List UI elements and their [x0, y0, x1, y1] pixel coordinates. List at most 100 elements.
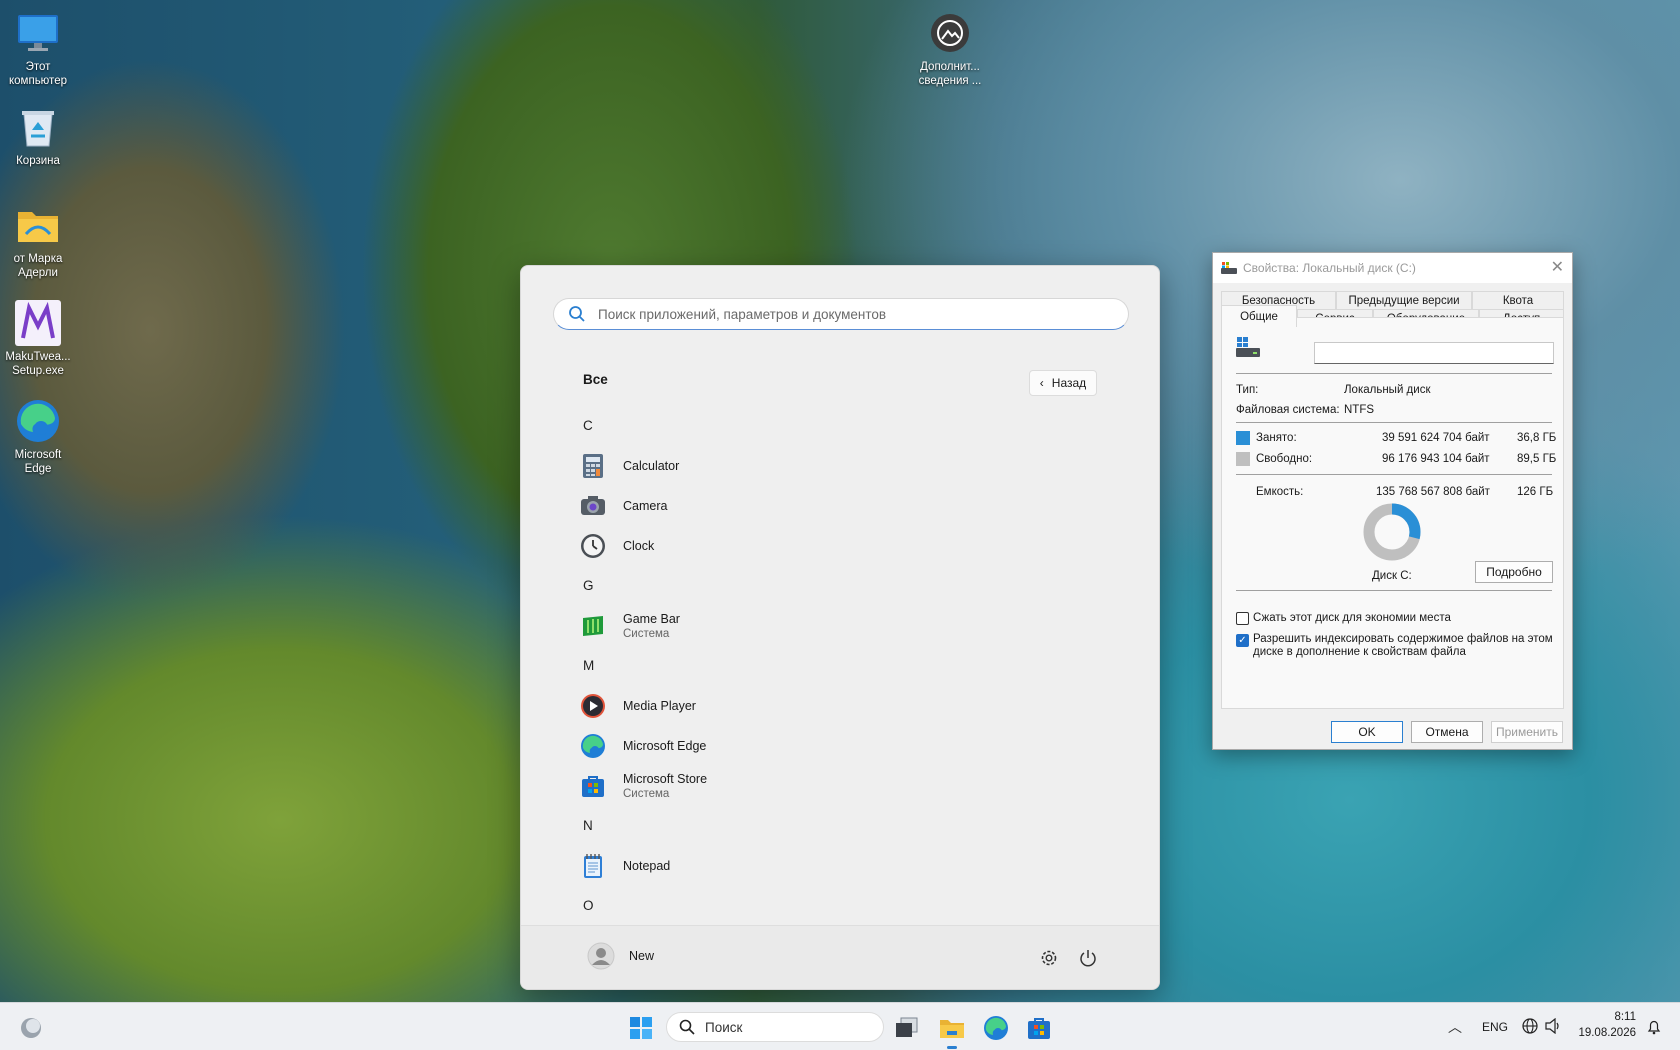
app-clock[interactable]: Clock	[579, 528, 654, 564]
volume-button[interactable]	[1545, 1017, 1563, 1037]
clock-icon	[579, 532, 607, 560]
task-view-button[interactable]	[890, 1011, 924, 1045]
app-game-bar[interactable]: Game Bar Система	[579, 608, 680, 644]
app-media-player[interactable]: Media Player	[579, 688, 696, 724]
input-language[interactable]: ENG	[1482, 1020, 1508, 1034]
active-indicator	[947, 1046, 957, 1049]
chevron-left-icon: ‹	[1039, 376, 1044, 390]
app-camera[interactable]: Camera	[579, 488, 667, 524]
network-button[interactable]	[1522, 1018, 1538, 1037]
app-notepad[interactable]: Notepad	[579, 848, 670, 884]
edge-taskbar-button[interactable]	[979, 1011, 1013, 1045]
capacity-label: Емкость:	[1256, 486, 1304, 498]
power-button[interactable]	[1078, 948, 1098, 968]
chevron-up-icon: ︿	[1448, 1019, 1462, 1035]
app-name: Calculator	[623, 459, 680, 473]
divider	[1236, 373, 1552, 374]
desktop-icon-setup[interactable]: MakuTwea... Setup.exe	[0, 300, 76, 378]
taskbar: Поиск ︿ ENG 8:11 19.08.2026	[0, 1002, 1680, 1050]
free-bytes: 96 176 943 104 байт	[1382, 453, 1490, 465]
filesystem-value: NTFS	[1344, 404, 1375, 416]
start-footer: New	[521, 925, 1159, 989]
free-label: Свободно:	[1256, 453, 1313, 465]
app-calculator[interactable]: Calculator	[579, 448, 679, 484]
file-explorer-button[interactable]	[935, 1011, 969, 1049]
filesystem-label: Файловая система:	[1236, 404, 1340, 416]
store-icon	[579, 772, 607, 800]
details-button[interactable]: Подробно	[1475, 561, 1553, 583]
letter-header-m[interactable]: M	[583, 658, 594, 673]
desktop-icon-label: от Марка Адерли	[13, 253, 63, 279]
divider	[1236, 422, 1552, 423]
start-search-input[interactable]: Поиск приложений, параметров и документо…	[553, 298, 1129, 330]
letter-header-g[interactable]: G	[583, 578, 594, 593]
letter-header-n[interactable]: N	[583, 818, 593, 833]
start-button[interactable]	[624, 1011, 658, 1045]
app-microsoft-store[interactable]: Microsoft Store Система	[579, 768, 707, 804]
widgets-button[interactable]	[14, 1011, 48, 1045]
taskbar-time: 8:11	[1614, 1011, 1636, 1023]
widgets-icon	[21, 1018, 41, 1038]
app-microsoft-edge[interactable]: Microsoft Edge	[579, 728, 706, 764]
tab-previous-versions[interactable]: Предыдущие версии	[1336, 291, 1472, 309]
drive-icon	[1221, 262, 1237, 274]
search-icon	[679, 1019, 695, 1035]
show-hidden-icons-button[interactable]: ︿	[1448, 1017, 1462, 1037]
close-icon[interactable]: ✕	[1551, 257, 1564, 277]
index-checkbox[interactable]: ✓	[1236, 634, 1249, 647]
desktop-icon-folder[interactable]: от Марка Адерли	[0, 202, 76, 280]
app-name: Microsoft Edge	[623, 739, 707, 753]
used-color-swatch	[1236, 431, 1250, 445]
back-label: Назад	[1051, 376, 1087, 390]
app-name: Media Player	[623, 699, 696, 713]
letter-header-c[interactable]: C	[583, 418, 593, 433]
desktop-icon-this-pc[interactable]: Этот компьютер	[0, 10, 76, 88]
monitor-icon	[15, 10, 61, 56]
back-button[interactable]: ‹ Назад	[1029, 370, 1097, 396]
gear-icon	[1041, 950, 1057, 966]
edge-icon	[984, 1016, 1008, 1040]
desktop-icon-label: Этот компьютер	[9, 61, 67, 87]
apply-button[interactable]: Применить	[1491, 721, 1563, 743]
taskbar-search[interactable]: Поиск	[666, 1012, 884, 1042]
desktop-icon-label: MakuTwea... Setup.exe	[5, 351, 71, 377]
desktop-icon-edge[interactable]: Microsoft Edge	[0, 398, 76, 476]
tab-general[interactable]: Общие	[1221, 305, 1297, 327]
app-name: Game Bar	[623, 612, 680, 626]
volume-label-input[interactable]	[1314, 342, 1554, 364]
app-text: Microsoft Store Система	[623, 772, 707, 800]
tab-quota[interactable]: Квота	[1472, 291, 1564, 309]
dialog-titlebar[interactable]: Свойства: Локальный диск (C:) ✕	[1213, 253, 1572, 283]
drive-large-icon	[1236, 337, 1260, 357]
taskbar-search-label: Поиск	[705, 1019, 743, 1035]
info-app-icon	[927, 10, 973, 56]
ok-button[interactable]: OK	[1331, 721, 1403, 743]
letter-header-o[interactable]: O	[583, 898, 594, 913]
used-gb: 36,8 ГБ	[1517, 432, 1557, 444]
game-bar-icon	[579, 612, 607, 640]
store-icon	[1028, 1018, 1050, 1039]
compress-label: Сжать этот диск для экономии места	[1253, 612, 1451, 624]
disk-label: Диск C:	[1372, 570, 1412, 582]
speaker-icon	[1545, 1017, 1559, 1035]
camera-icon	[579, 492, 607, 520]
user-account-button[interactable]: New	[587, 942, 654, 970]
media-player-icon	[579, 692, 607, 720]
cancel-button[interactable]: Отмена	[1411, 721, 1483, 743]
desktop-icon-extra-info[interactable]: Дополнит... сведения ...	[912, 10, 988, 88]
settings-button[interactable]	[1039, 948, 1059, 968]
desktop-icon-recycle-bin[interactable]: Корзина	[0, 104, 76, 168]
store-taskbar-button[interactable]	[1022, 1011, 1056, 1045]
clock-button[interactable]: 8:11 19.08.2026	[1576, 1009, 1636, 1041]
folder-icon	[940, 1020, 964, 1038]
app-name: Notepad	[623, 859, 671, 873]
recycle-bin-icon	[15, 104, 61, 150]
taskbar-date: 19.08.2026	[1578, 1027, 1636, 1039]
folder-icon	[15, 202, 61, 248]
notifications-button[interactable]	[1646, 1019, 1662, 1038]
disk-properties-dialog: Свойства: Локальный диск (C:) ✕ Безопасн…	[1212, 252, 1573, 750]
app-subtitle: Система	[623, 628, 670, 640]
setup-app-icon	[15, 300, 61, 346]
compress-checkbox[interactable]	[1236, 612, 1249, 625]
edge-icon	[15, 398, 61, 444]
